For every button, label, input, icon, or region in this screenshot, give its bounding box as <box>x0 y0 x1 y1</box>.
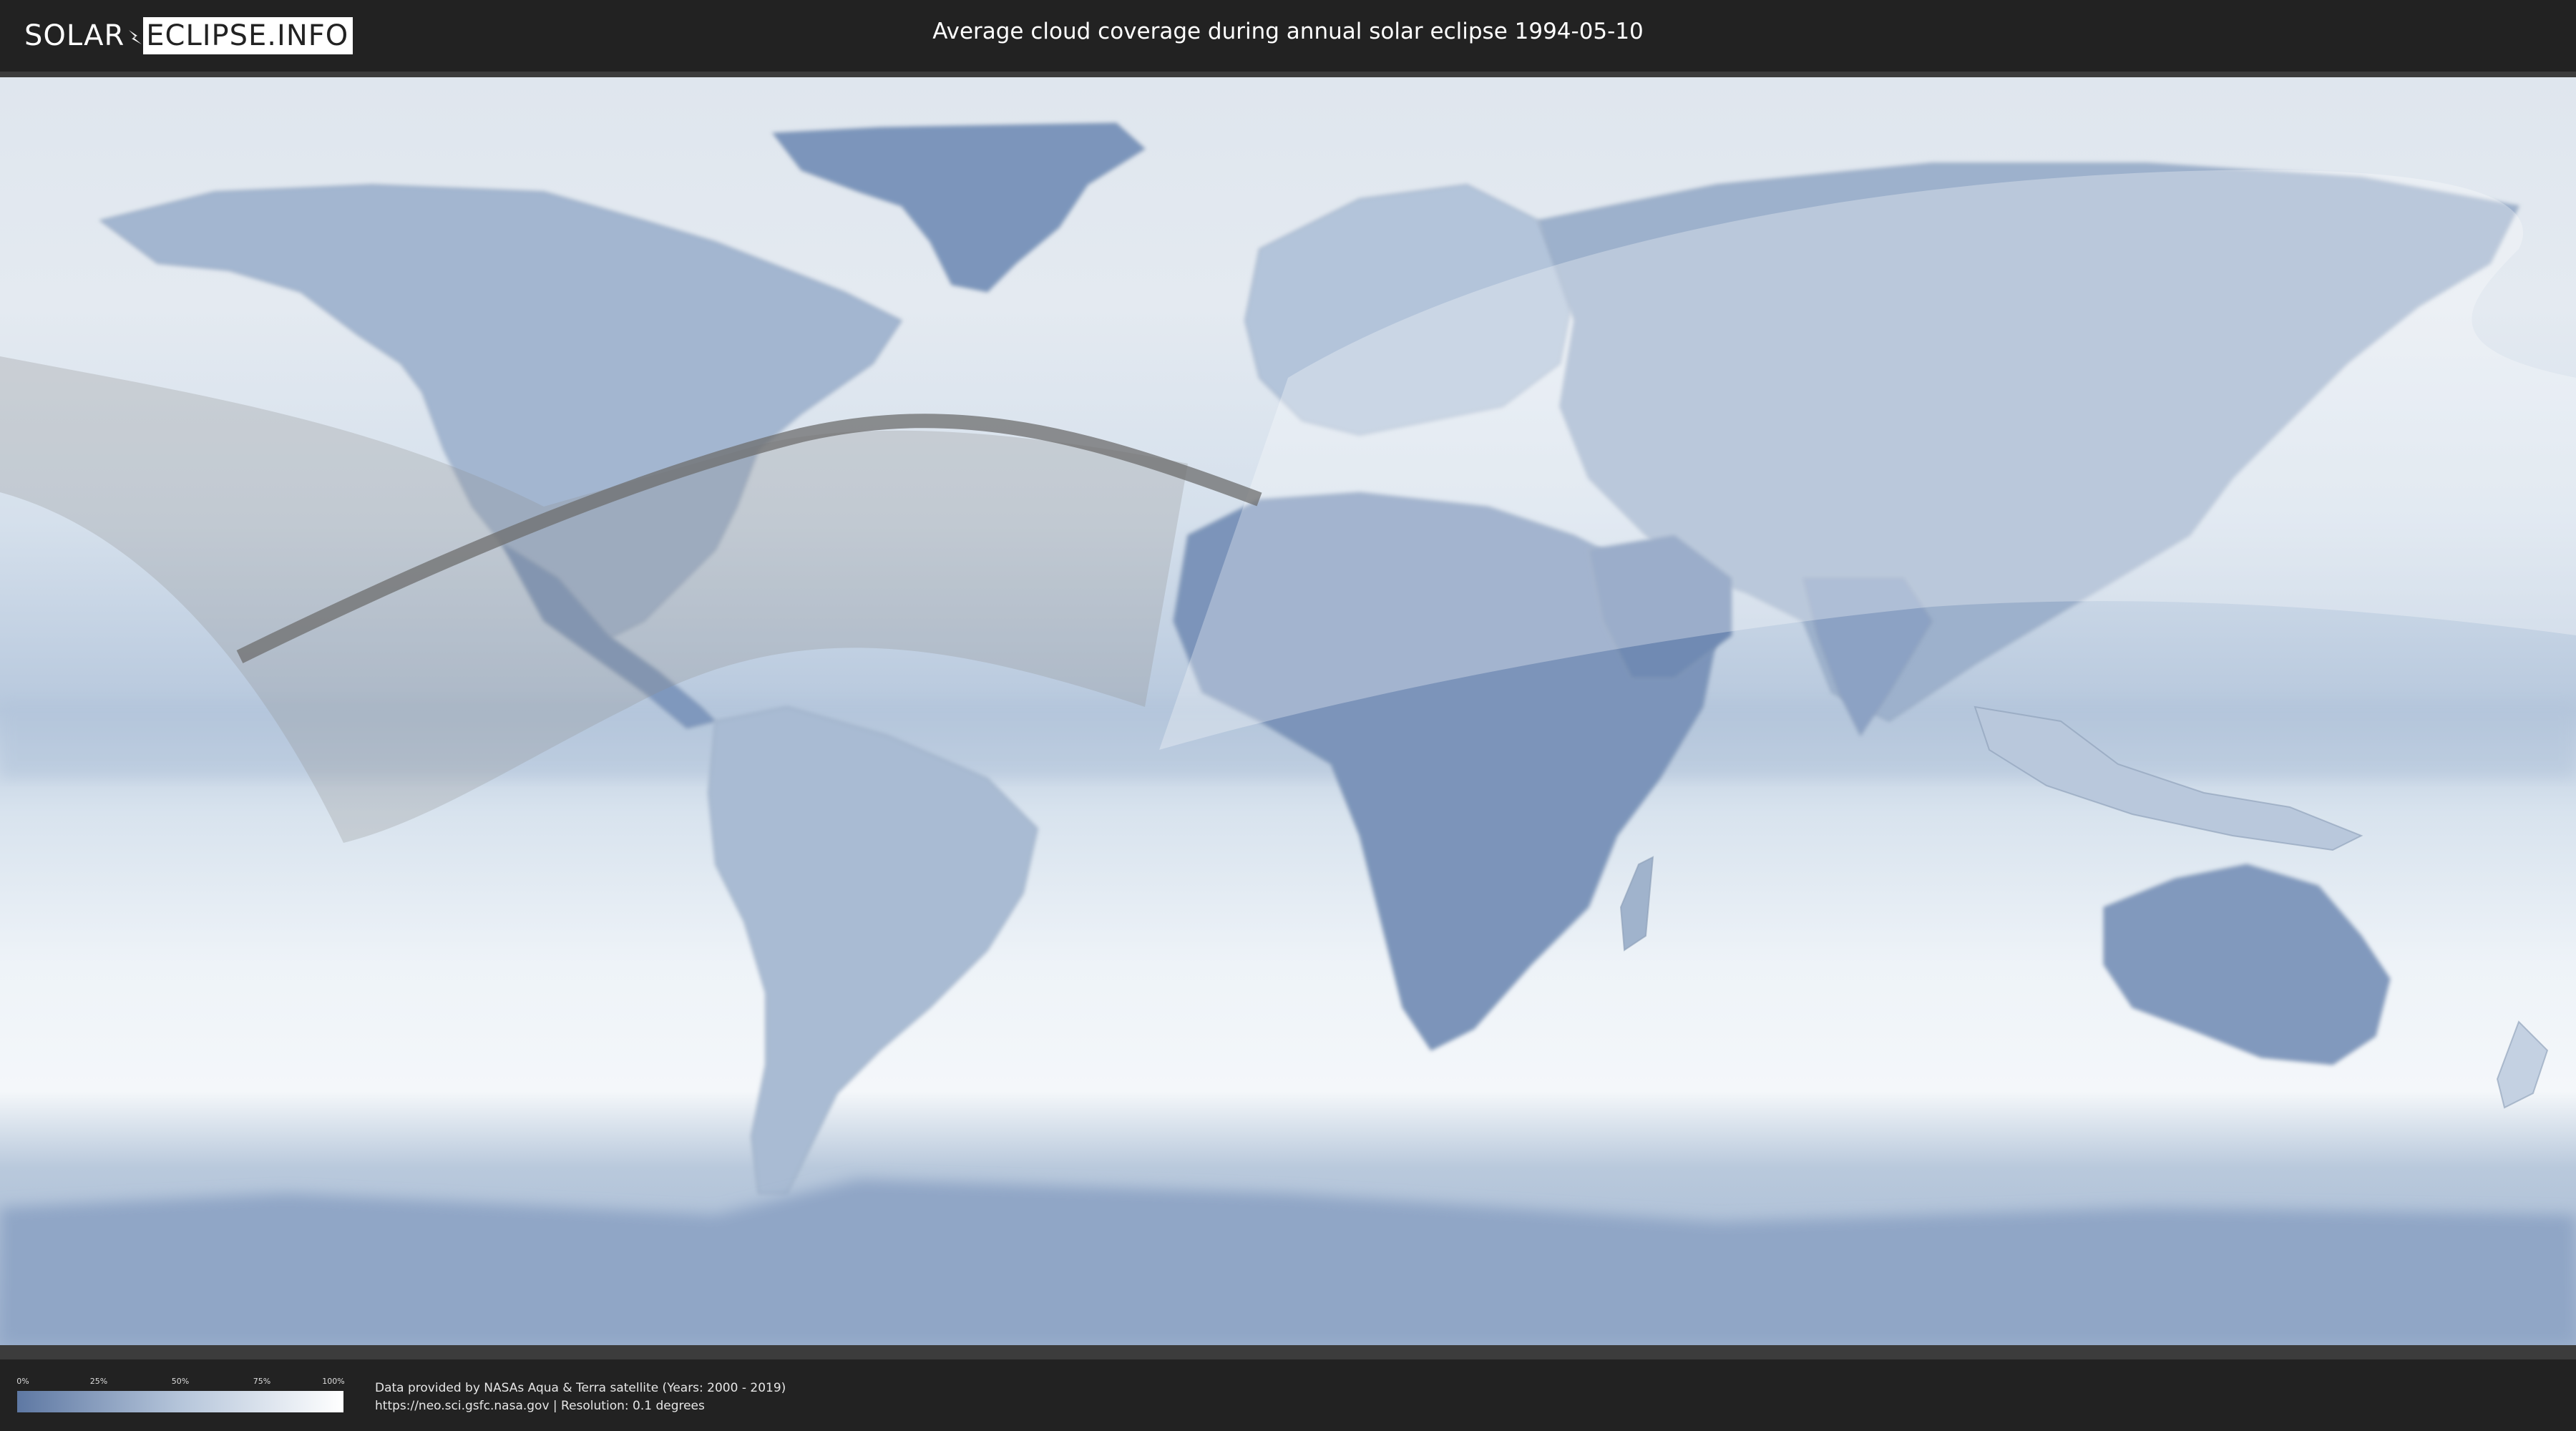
map-frame <box>0 72 2576 1359</box>
credit-line: Data provided by NASAs Aqua & Terra sate… <box>375 1381 786 1395</box>
legend-tick-0: 0% <box>16 1377 29 1386</box>
legend-tick-75: 75% <box>253 1377 271 1386</box>
legend-tick-25: 25% <box>89 1377 108 1386</box>
cloud-coverage-legend: 0% 25% 50% 75% 100% <box>16 1377 345 1415</box>
legend-tick-50: 50% <box>171 1377 190 1386</box>
footer-bar: 0% 25% 50% 75% 100% Data provided by NAS… <box>0 1359 2576 1431</box>
data-credits: Data provided by NASAs Aqua & Terra sate… <box>375 1379 786 1415</box>
legend-color-scale <box>17 1391 343 1412</box>
cloud-coverage-map[interactable] <box>0 77 2576 1345</box>
header-bar: SOLAR ECLIPSE.INFO Average cloud coverag… <box>0 0 2576 72</box>
source-line[interactable]: https://neo.sci.gsfc.nasa.gov | Resoluti… <box>375 1397 786 1415</box>
page-title: Average cloud coverage during annual sol… <box>932 19 1644 44</box>
legend-tick-100: 100% <box>322 1377 345 1386</box>
